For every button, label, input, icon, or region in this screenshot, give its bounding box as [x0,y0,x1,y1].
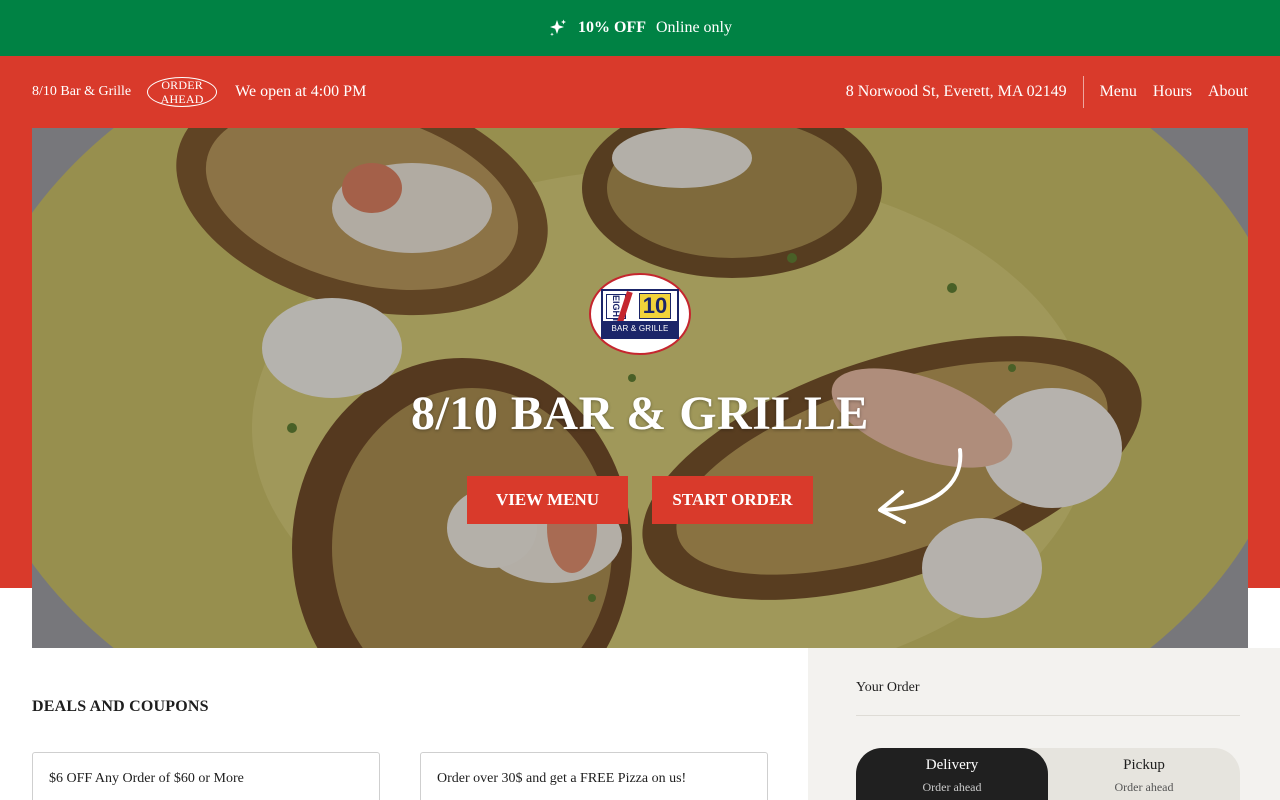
open-status: We open at 4:00 PM [235,83,367,100]
fulfillment-toggle: Delivery Order ahead Pickup Order ahead [856,748,1240,800]
delivery-option[interactable]: Delivery Order ahead [856,748,1048,800]
order-panel: Your Order Delivery Order ahead Pickup O… [808,648,1280,800]
logo-caption: BAR & GRILLE [603,321,677,337]
start-order-button[interactable]: START ORDER [652,476,813,524]
pickup-sublabel: Order ahead [1114,780,1174,794]
divider [856,715,1240,716]
deal-card[interactable]: Order over 30$ and get a FREE Pizza on u… [420,752,768,800]
curved-arrow-icon [878,448,963,524]
deal-card[interactable]: $6 OFF Any Order of $60 or More [32,752,380,800]
deals-heading: DEALS AND COUPONS [32,698,209,715]
nav-link-about[interactable]: About [1208,83,1248,101]
promo-note: Online only [656,19,732,36]
restaurant-logo: EIGHT 10 BAR & GRILLE [589,273,691,355]
top-navigation: 8/10 Bar & Grille ORDER AHEAD We open at… [0,56,1280,128]
logo-mark: EIGHT 10 BAR & GRILLE [601,289,679,339]
view-menu-button[interactable]: VIEW MENU [467,476,628,524]
nav-link-hours[interactable]: Hours [1153,83,1192,101]
order-panel-title: Your Order [856,680,920,695]
pickup-label: Pickup [1123,757,1165,773]
promo-discount: 10% OFF [578,19,646,36]
restaurant-address[interactable]: 8 Norwood St, Everett, MA 02149 [846,76,1084,108]
delivery-sublabel: Order ahead [922,780,982,794]
deal-card-text: $6 OFF Any Order of $60 or More [49,771,244,786]
order-ahead-badge: ORDER AHEAD [147,77,218,107]
nav-links: Menu Hours About [1100,83,1248,101]
hero-title: 8/10 BAR & GRILLE [411,387,869,440]
promo-bar: 10% OFF Online only [0,0,1280,56]
order-ahead-badge-line1: ORDER [161,78,203,92]
pickup-option[interactable]: Pickup Order ahead [1048,748,1240,800]
delivery-label: Delivery [925,757,979,773]
brand-name[interactable]: 8/10 Bar & Grille [32,84,131,100]
hero-buttons: VIEW MENU START ORDER [467,476,813,524]
logo-ten: 10 [639,293,671,319]
deal-card-text: Order over 30$ and get a FREE Pizza on u… [437,771,687,786]
sparkle-icon [550,19,566,37]
hero-banner: EIGHT 10 BAR & GRILLE 8/10 BAR & GRILLE … [32,128,1248,648]
order-ahead-badge-line2: AHEAD [160,92,204,106]
nav-link-menu[interactable]: Menu [1100,83,1137,101]
